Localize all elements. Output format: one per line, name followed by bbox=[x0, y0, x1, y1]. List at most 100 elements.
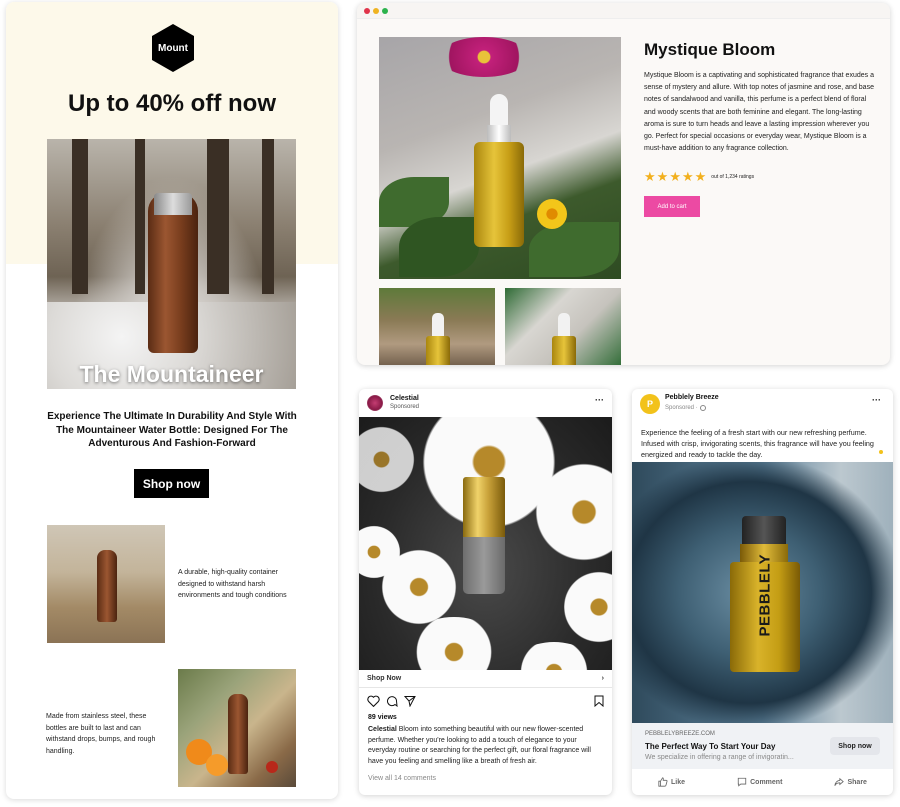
view-count: 89 views bbox=[368, 714, 397, 721]
like-button[interactable]: Like bbox=[658, 777, 685, 787]
post-actions: Like Comment Share bbox=[632, 773, 893, 791]
daisy-flower bbox=[374, 547, 464, 627]
orange-fruit bbox=[206, 754, 228, 776]
comment-icon[interactable] bbox=[386, 695, 398, 707]
post-caption: Celestial Bloom into something beautiful… bbox=[368, 725, 604, 767]
dropper-neck bbox=[432, 313, 444, 337]
water-bottle bbox=[97, 550, 117, 622]
email-card: Mount Up to 40% off now The Mountaineer … bbox=[6, 2, 338, 799]
add-to-cart-button[interactable]: Add to cart bbox=[644, 196, 700, 217]
feature-image-kitchen bbox=[178, 669, 296, 787]
comment-icon bbox=[737, 777, 747, 787]
perfume-bottle bbox=[474, 142, 524, 247]
thumbs-up-icon bbox=[658, 777, 668, 787]
share-label: Share bbox=[847, 778, 867, 786]
perfume-bottle bbox=[552, 336, 576, 365]
post-text: Experience the feeling of a fresh start … bbox=[641, 428, 874, 459]
caption-user[interactable]: Celestial bbox=[368, 726, 397, 733]
comment-label: Comment bbox=[750, 778, 783, 786]
tree-trunk bbox=[72, 139, 88, 294]
yellow-flower bbox=[537, 199, 567, 229]
bottle-brand-text: PEBBLELY bbox=[756, 553, 774, 637]
water-bottle bbox=[148, 193, 198, 353]
tree-trunk bbox=[135, 139, 145, 294]
feature-text-durability: A durable, high-quality container design… bbox=[178, 569, 287, 599]
ellipsis-icon[interactable]: ··· bbox=[872, 395, 881, 405]
instagram-ad-card: Celestial Sponsored ··· Shop Now › 89 vi… bbox=[359, 389, 612, 795]
product-title: Mystique Bloom bbox=[644, 40, 776, 59]
sponsored-label: Sponsored bbox=[390, 404, 420, 410]
daisy-flower bbox=[564, 562, 612, 652]
shop-now-button[interactable]: Shop now bbox=[830, 737, 880, 755]
hero-title: The Mountaineer bbox=[79, 361, 264, 387]
perfume-bottle bbox=[463, 537, 505, 594]
star-icon: ★ bbox=[694, 169, 707, 184]
feature-text-material: Made from stainless steel, these bottles… bbox=[46, 713, 156, 755]
window-minimize-dot[interactable] bbox=[373, 7, 379, 14]
sponsored-label: Sponsored · bbox=[665, 405, 698, 411]
shop-now-button[interactable]: Shop now bbox=[134, 469, 209, 498]
product-main-image[interactable] bbox=[379, 37, 621, 279]
link-preview[interactable]: PEBBLELYBREEZE.COM The Perfect Way To St… bbox=[632, 723, 893, 769]
dropper-bulb bbox=[490, 94, 508, 126]
window-title-bar bbox=[357, 3, 890, 19]
perfume-cap bbox=[463, 477, 505, 537]
product-thumbnail[interactable] bbox=[379, 288, 495, 365]
product-thumbnail[interactable] bbox=[505, 288, 621, 365]
leaf bbox=[529, 222, 619, 277]
avatar-letter: P bbox=[646, 399, 653, 409]
star-icon: ★ bbox=[644, 169, 656, 184]
window-maximize-dot[interactable] bbox=[382, 7, 388, 14]
caption-text: Bloom into something beautiful with our … bbox=[368, 726, 591, 765]
sponsored-row: Sponsored · bbox=[665, 405, 706, 411]
account-name[interactable]: Celestial bbox=[390, 395, 419, 402]
avatar[interactable]: P bbox=[640, 394, 660, 414]
logo-text: Mount bbox=[158, 42, 188, 54]
email-tagline: Experience The Ultimate In Durability An… bbox=[47, 411, 297, 449]
star-icon: ★ bbox=[669, 169, 681, 184]
heart-icon[interactable] bbox=[367, 695, 380, 707]
indicator-dot bbox=[879, 450, 883, 454]
email-headline: Up to 40% off now bbox=[68, 90, 276, 117]
link-headline: The Perfect Way To Start Your Day bbox=[645, 742, 776, 751]
shop-now-bar[interactable]: Shop Now › bbox=[359, 670, 612, 688]
link-description: We specialize in offering a range of inv… bbox=[645, 754, 794, 761]
comment-button[interactable]: Comment bbox=[737, 777, 782, 787]
like-label: Like bbox=[671, 778, 686, 786]
bookmark-icon[interactable] bbox=[594, 695, 604, 707]
send-icon[interactable] bbox=[404, 695, 416, 707]
tree-trunk bbox=[207, 139, 229, 294]
star-icon: ★ bbox=[681, 169, 694, 184]
window-close-dot[interactable] bbox=[364, 7, 370, 14]
leaf bbox=[399, 217, 479, 277]
ad-image[interactable] bbox=[359, 417, 612, 670]
hero-image: The Mountaineer bbox=[47, 139, 296, 389]
tomato-fruit bbox=[266, 761, 278, 773]
ellipsis-icon[interactable]: ··· bbox=[595, 395, 604, 405]
facebook-ad-card: P Pebblely Breeze Sponsored · ··· Experi… bbox=[632, 389, 893, 795]
dropper-neck bbox=[558, 313, 570, 337]
avatar[interactable] bbox=[367, 395, 383, 411]
post-actions bbox=[367, 694, 604, 708]
perfume-bottle bbox=[426, 336, 450, 365]
product-page-window: Mystique Bloom Mystique Bloom is a capti… bbox=[357, 3, 890, 365]
ad-image[interactable]: PEBBLELY bbox=[632, 462, 893, 723]
chevron-right-icon: › bbox=[601, 675, 604, 682]
pink-flower bbox=[439, 37, 529, 77]
dropper-neck bbox=[487, 125, 511, 143]
rating-stars: ★ ★ ★ ★ ★ out of 1,234 ratings bbox=[644, 170, 754, 183]
product-description: Mystique Bloom is a captivating and soph… bbox=[644, 72, 874, 153]
view-comments-link[interactable]: View all 14 comments bbox=[368, 775, 436, 782]
bottle-cap bbox=[154, 193, 192, 215]
feature-image-desert bbox=[47, 525, 165, 643]
perfume-cap bbox=[742, 516, 786, 544]
link-domain: PEBBLELYBREEZE.COM bbox=[645, 731, 715, 737]
share-icon bbox=[834, 777, 845, 786]
globe-icon bbox=[699, 405, 706, 411]
page-name[interactable]: Pebblely Breeze bbox=[665, 394, 719, 401]
share-button[interactable]: Share bbox=[834, 777, 867, 787]
shop-now-label: Shop Now bbox=[367, 675, 402, 682]
tree-trunk bbox=[262, 139, 274, 294]
star-icon: ★ bbox=[656, 169, 669, 184]
water-bottle bbox=[228, 694, 248, 774]
